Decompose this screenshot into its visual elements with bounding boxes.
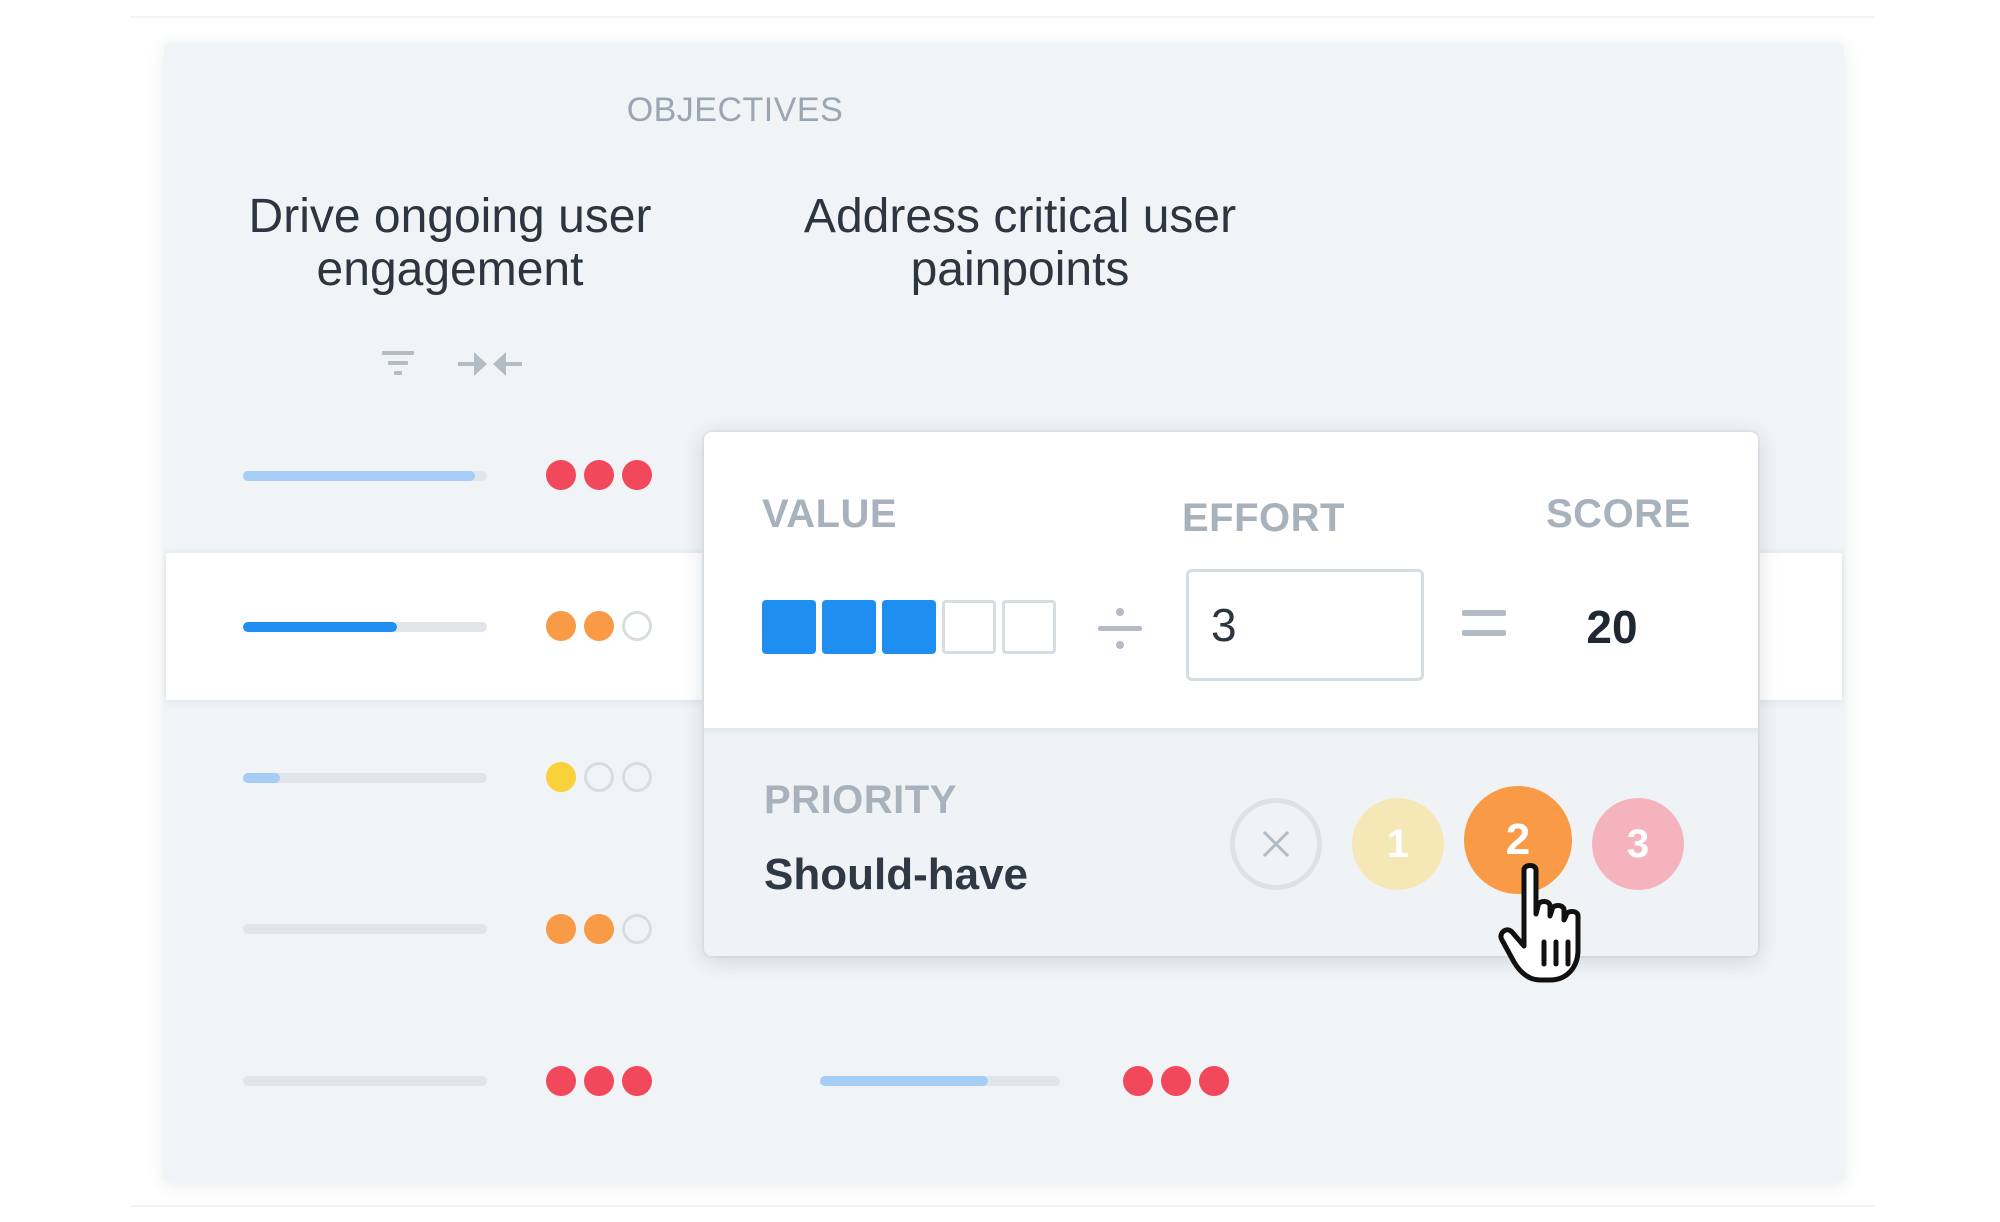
progress-bar xyxy=(243,471,487,481)
value-segment[interactable] xyxy=(1002,600,1056,654)
filter-icon[interactable] xyxy=(380,346,416,382)
score-value: 20 xyxy=(1586,601,1638,653)
collapse-columns-icon[interactable] xyxy=(456,346,524,382)
confidence-dot-filled[interactable] xyxy=(546,762,576,792)
confidence-dot-filled[interactable] xyxy=(584,611,614,641)
confidence-dot-filled[interactable] xyxy=(1199,1066,1229,1096)
priority-label: PRIORITY xyxy=(764,778,957,822)
confidence-dot-empty[interactable] xyxy=(584,762,614,792)
clear-x-icon xyxy=(1262,830,1290,858)
confidence-dot-filled[interactable] xyxy=(584,914,614,944)
objective-title-1-line1: Drive ongoing user xyxy=(248,190,652,243)
priority-3-label: 3 xyxy=(1626,821,1650,866)
confidence-dots[interactable] xyxy=(546,1066,652,1096)
confidence-dots[interactable] xyxy=(546,762,652,792)
equals-icon xyxy=(1460,604,1508,644)
bottom-divider xyxy=(130,1205,1875,1207)
confidence-dot-empty[interactable] xyxy=(622,762,652,792)
confidence-dot-filled[interactable] xyxy=(622,460,652,490)
value-label: VALUE xyxy=(762,492,898,536)
confidence-dot-filled[interactable] xyxy=(546,914,576,944)
score-label: SCORE xyxy=(1546,492,1691,536)
progress-bar xyxy=(243,773,487,783)
confidence-dot-filled[interactable] xyxy=(584,460,614,490)
priority-1-button[interactable]: 1 xyxy=(1352,798,1444,890)
priority-clear-button[interactable] xyxy=(1230,798,1322,890)
confidence-dot-empty[interactable] xyxy=(622,914,652,944)
objective-title-2[interactable]: Address critical user painpoints xyxy=(780,190,1260,296)
divide-icon xyxy=(1096,604,1144,652)
scoring-section: VALUE EFFORT SCORE 20 xyxy=(704,432,1758,728)
confidence-dot-filled[interactable] xyxy=(622,1066,652,1096)
confidence-dots[interactable] xyxy=(546,460,652,490)
confidence-dot-filled[interactable] xyxy=(584,1066,614,1096)
confidence-dot-empty[interactable] xyxy=(622,611,652,641)
top-divider xyxy=(130,16,1875,18)
value-segment[interactable] xyxy=(822,600,876,654)
progress-bar xyxy=(243,622,487,632)
progress-fill xyxy=(243,773,280,783)
progress-bar xyxy=(243,1076,487,1086)
priority-name: Should-have xyxy=(764,850,1029,899)
confidence-dot-filled[interactable] xyxy=(546,1066,576,1096)
progress-fill xyxy=(243,471,475,481)
value-segment[interactable] xyxy=(762,600,816,654)
confidence-dots[interactable] xyxy=(546,914,652,944)
confidence-dots-col2[interactable] xyxy=(1123,1066,1229,1096)
objective-title-2-line2: painpoints xyxy=(910,243,1130,296)
objective-title-1-line2: engagement xyxy=(316,243,584,296)
priority-2-label: 2 xyxy=(1505,815,1531,864)
progress-fill xyxy=(820,1076,988,1086)
effort-label: EFFORT xyxy=(1182,496,1345,540)
progress-bar xyxy=(243,924,487,934)
value-segment[interactable] xyxy=(882,600,936,654)
hand-pointer-cursor-icon xyxy=(1498,862,1608,988)
objective-title-2-line1: Address critical user xyxy=(803,190,1237,243)
confidence-dot-filled[interactable] xyxy=(1161,1066,1191,1096)
priority-1-label: 1 xyxy=(1386,821,1410,866)
objectives-header: OBJECTIVES xyxy=(626,91,844,129)
confidence-dot-filled[interactable] xyxy=(1123,1066,1153,1096)
confidence-dot-filled[interactable] xyxy=(546,460,576,490)
confidence-dots[interactable] xyxy=(546,611,652,641)
progress-bar-col2 xyxy=(820,1076,1060,1086)
progress-fill xyxy=(243,622,397,632)
objective-title-1[interactable]: Drive ongoing user engagement xyxy=(220,190,680,296)
effort-input[interactable] xyxy=(1186,569,1424,681)
value-segment[interactable] xyxy=(942,600,996,654)
confidence-dot-filled[interactable] xyxy=(546,611,576,641)
